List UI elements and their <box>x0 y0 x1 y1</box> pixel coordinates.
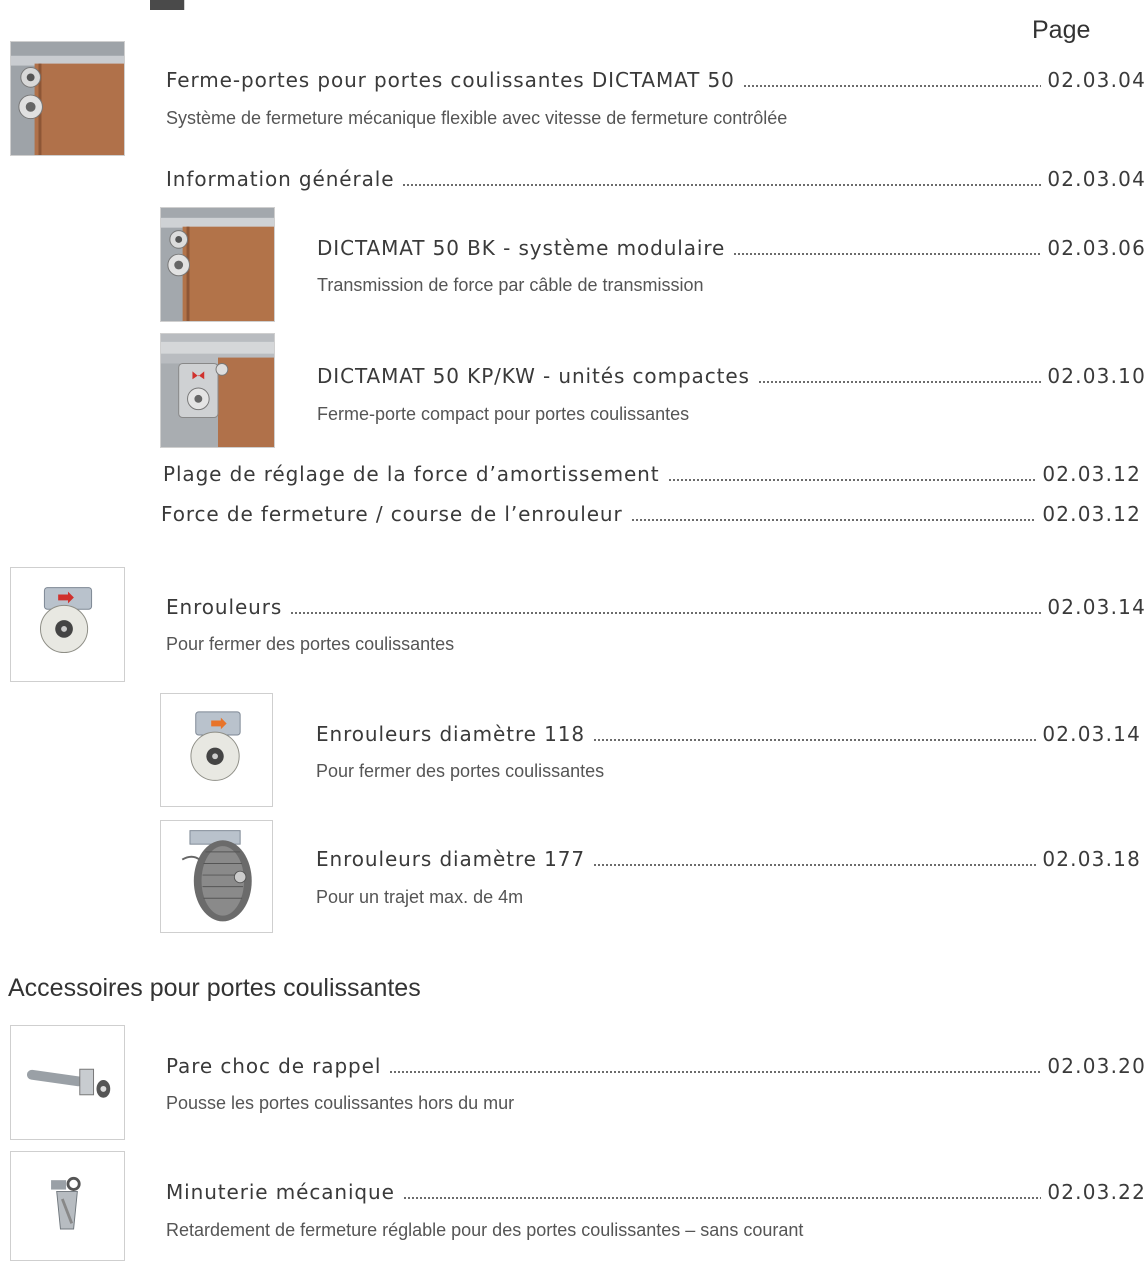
entry-page-number: 02.03.12 <box>1042 502 1141 526</box>
cable-reel-icon <box>10 567 125 682</box>
entry-title: Enrouleurs <box>166 595 283 619</box>
entry-title: DICTAMAT 50 KP/KW - unités compactes <box>317 364 750 388</box>
toc-entry[interactable]: DICTAMAT 50 BK - système modulaire 02.03… <box>317 236 1146 260</box>
clipped-heading-fragment: █ <box>150 0 1140 10</box>
entry-page-number: 02.03.12 <box>1042 462 1141 486</box>
entry-page-number: 02.03.14 <box>1042 722 1141 746</box>
toc-entry[interactable]: Force de fermeture / course de l’enroule… <box>161 502 1141 526</box>
toc-entry[interactable]: Information générale 02.03.04 <box>166 167 1146 191</box>
section-heading: Accessoires pour portes coulissantes <box>8 974 421 1002</box>
buffer-stop-icon <box>10 1025 125 1140</box>
leader-dots <box>290 612 1042 614</box>
sliding-door-closer-icon <box>160 207 275 322</box>
entry-page-number: 02.03.20 <box>1047 1054 1146 1078</box>
entry-subtitle: Pour fermer des portes coulissantes <box>316 761 605 781</box>
large-cable-reel-icon <box>160 820 273 933</box>
entry-subtitle: Transmission de force par câble de trans… <box>317 275 704 295</box>
entry-title: Ferme-portes pour portes coulissantes DI… <box>166 68 735 92</box>
entry-subtitle: Pour un trajet max. de 4m <box>316 887 524 907</box>
leader-dots <box>630 519 1037 521</box>
leader-dots <box>402 184 1042 186</box>
entry-page-number: 02.03.10 <box>1047 364 1146 388</box>
entry-page-number: 02.03.22 <box>1047 1180 1146 1204</box>
entry-page-number: 02.03.04 <box>1047 68 1146 92</box>
sliding-door-closer-icon <box>10 41 125 156</box>
leader-dots <box>402 1197 1042 1199</box>
entry-title: Force de fermeture / course de l’enroule… <box>161 502 623 526</box>
mechanical-timer-icon <box>10 1151 125 1261</box>
leader-dots <box>593 864 1037 866</box>
entry-subtitle: Pour fermer des portes coulissantes <box>166 634 455 654</box>
toc-entry[interactable]: Minuterie mécanique 02.03.22 <box>166 1180 1146 1204</box>
entry-title: Enrouleurs diamètre 177 <box>316 847 586 871</box>
leader-dots <box>757 381 1042 383</box>
entry-title: Plage de réglage de la force d’amortisse… <box>163 462 660 486</box>
page-column-label: Page <box>1032 16 1091 44</box>
toc-entry[interactable]: Enrouleurs 02.03.14 <box>166 595 1146 619</box>
leader-dots <box>667 479 1037 481</box>
leader-dots <box>593 739 1037 741</box>
entry-page-number: 02.03.04 <box>1047 167 1146 191</box>
leader-dots <box>389 1071 1042 1073</box>
entry-subtitle: Retardement de fermeture réglable pour d… <box>166 1220 804 1240</box>
cable-reel-icon <box>160 693 273 807</box>
entry-subtitle: Système de fermeture mécanique flexible … <box>166 108 788 128</box>
compact-closer-icon <box>160 333 275 448</box>
toc-entry[interactable]: DICTAMAT 50 KP/KW - unités compactes 02.… <box>317 364 1146 388</box>
leader-dots <box>742 85 1042 87</box>
entry-title: Minuterie mécanique <box>166 1180 395 1204</box>
toc-entry[interactable]: Ferme-portes pour portes coulissantes DI… <box>166 68 1146 92</box>
entry-subtitle: Pousse les portes coulissantes hors du m… <box>166 1093 515 1113</box>
toc-entry[interactable]: Enrouleurs diamètre 118 02.03.14 <box>316 722 1141 746</box>
entry-page-number: 02.03.14 <box>1047 595 1146 619</box>
leader-dots <box>733 253 1042 255</box>
toc-entry[interactable]: Enrouleurs diamètre 177 02.03.18 <box>316 847 1141 871</box>
entry-subtitle: Ferme-porte compact pour portes coulissa… <box>317 404 690 424</box>
entry-title: Information générale <box>166 167 395 191</box>
entry-page-number: 02.03.18 <box>1042 847 1141 871</box>
entry-title: Pare choc de rappel <box>166 1054 382 1078</box>
entry-title: Enrouleurs diamètre 118 <box>316 722 586 746</box>
toc-entry[interactable]: Plage de réglage de la force d’amortisse… <box>163 462 1141 486</box>
entry-title: DICTAMAT 50 BK - système modulaire <box>317 236 726 260</box>
entry-page-number: 02.03.06 <box>1047 236 1146 260</box>
toc-entry[interactable]: Pare choc de rappel 02.03.20 <box>166 1054 1146 1078</box>
